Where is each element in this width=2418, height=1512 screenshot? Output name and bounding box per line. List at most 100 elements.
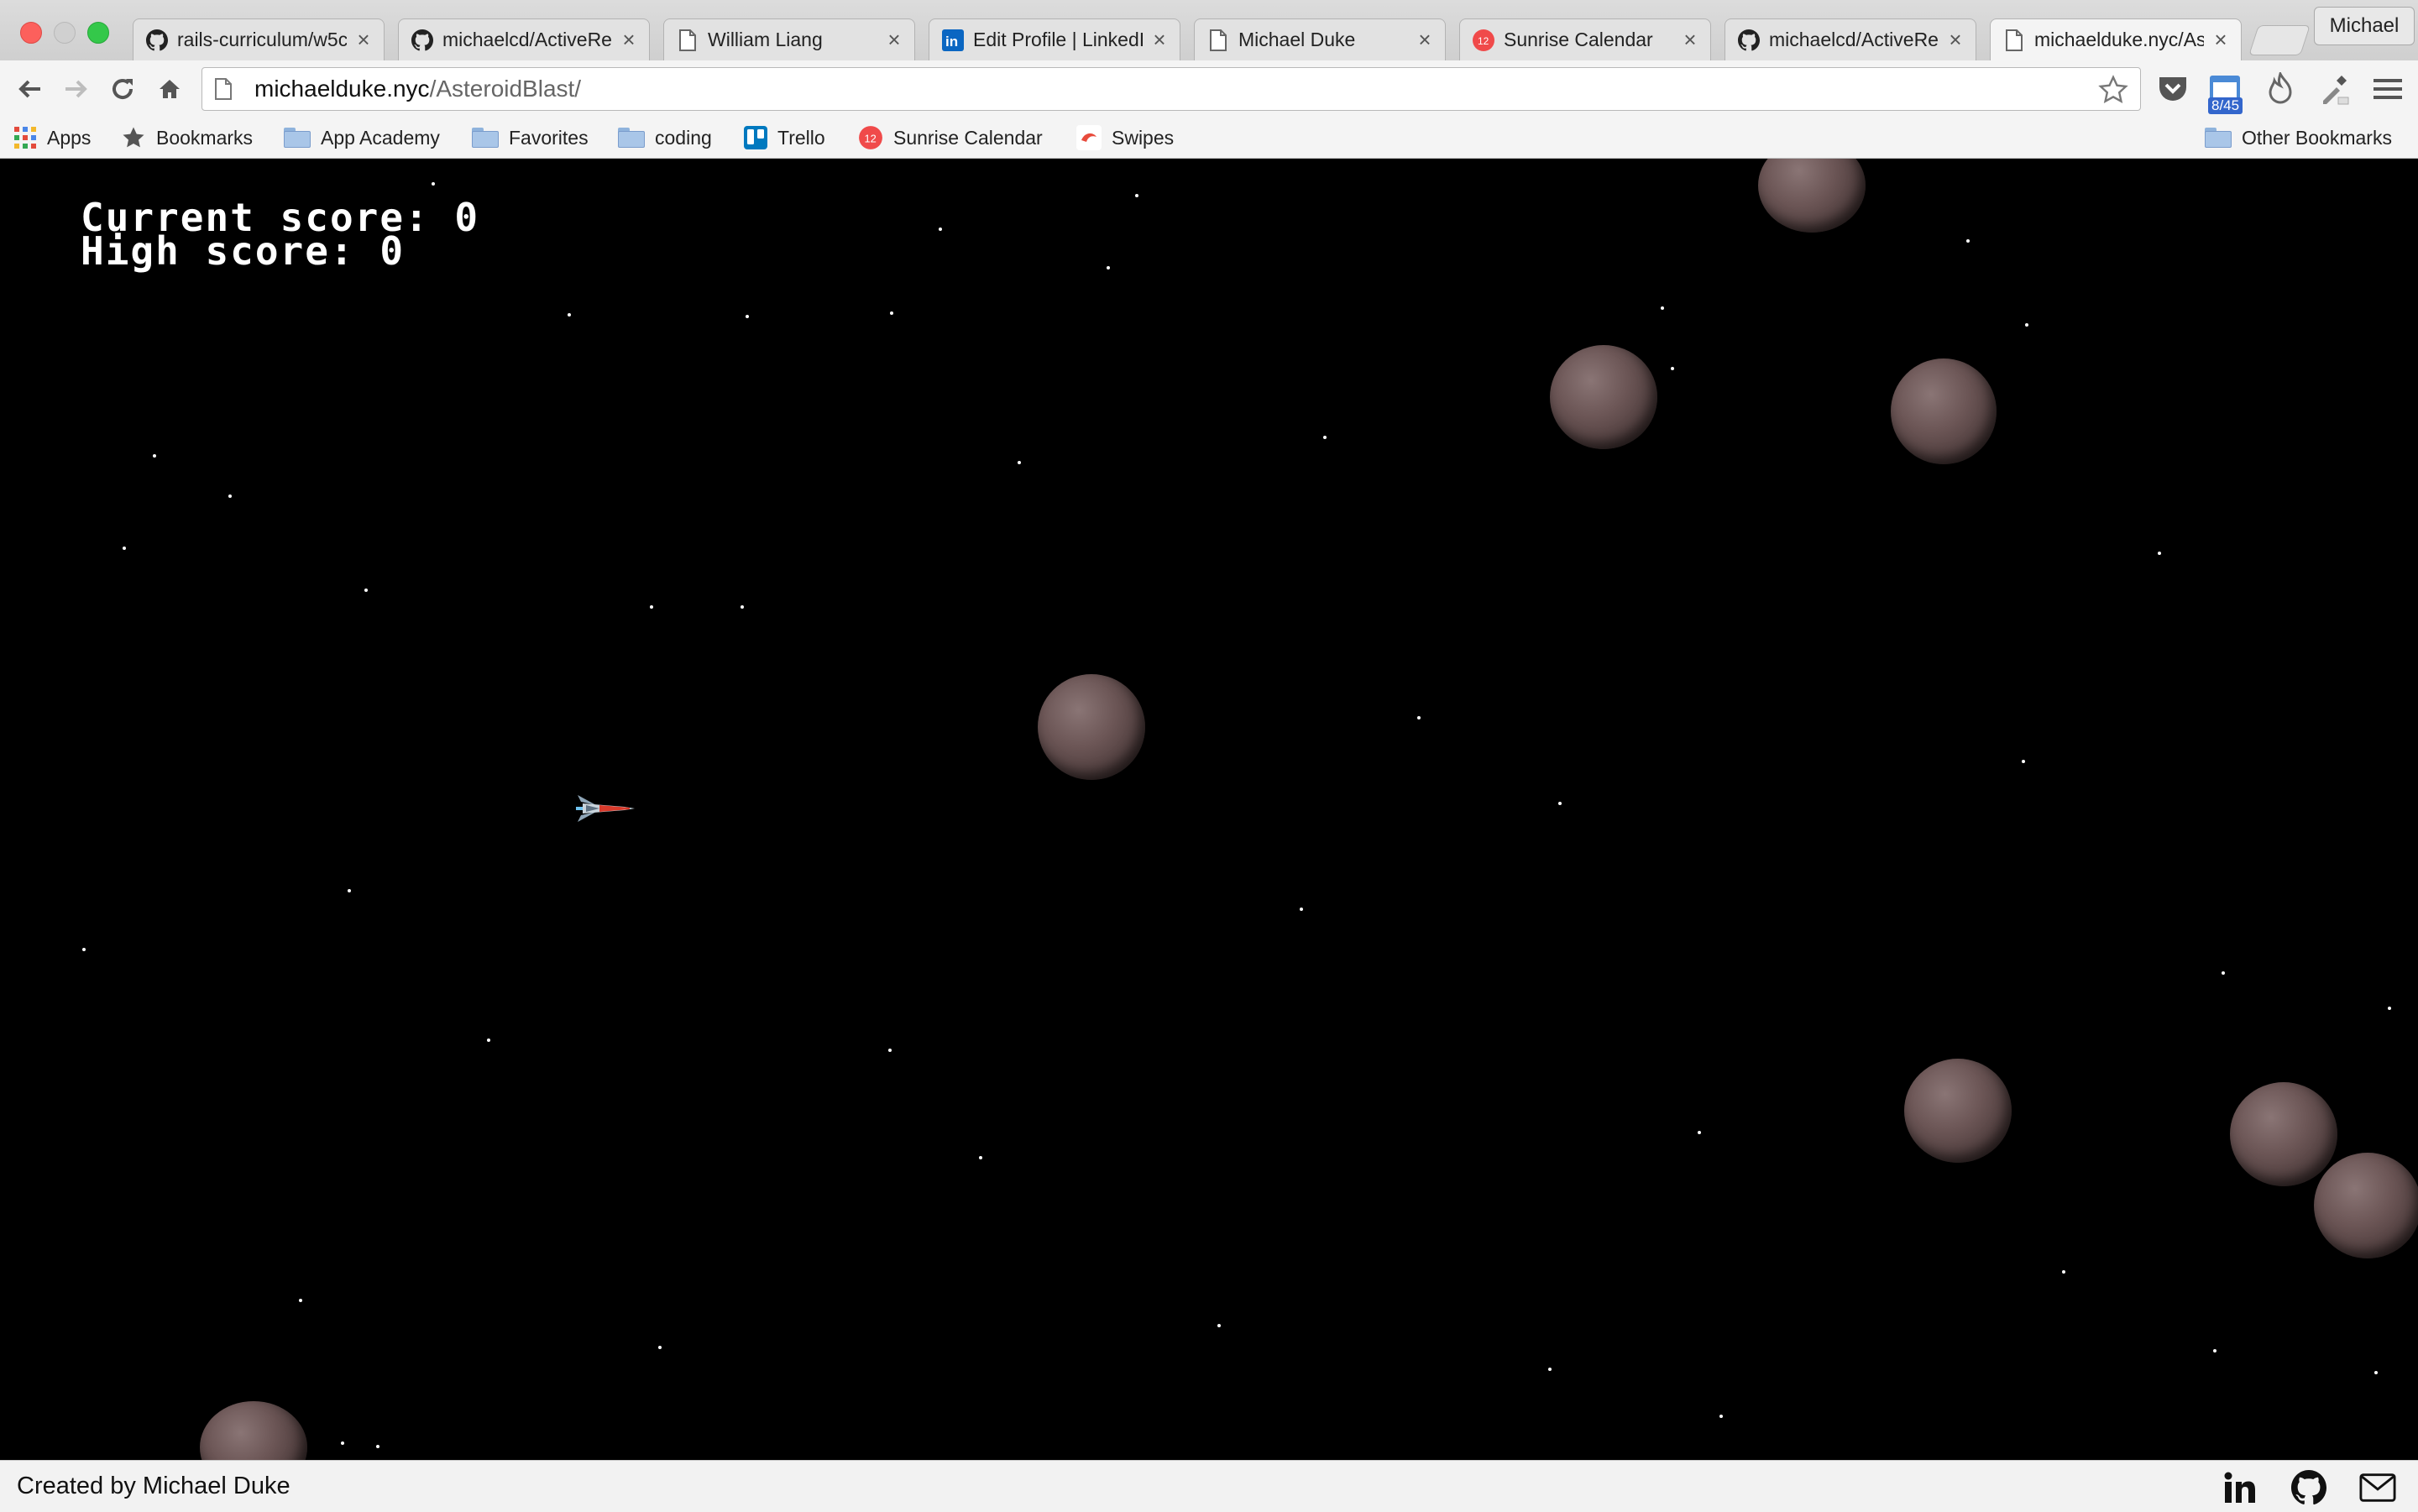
bookmark-apps[interactable]: Apps (13, 123, 91, 153)
svg-text:in: in (945, 34, 958, 50)
star-dot (1018, 461, 1021, 464)
star-dot (228, 494, 232, 498)
asteroid (1758, 159, 1866, 233)
tab-william-liang[interactable]: William Liang × (663, 18, 915, 60)
score-hud: Current score: 0 High score: 0 (81, 198, 479, 270)
star-dot (1217, 1324, 1221, 1327)
address-bar[interactable]: michaelduke.nyc/AsteroidBlast/ (202, 67, 2141, 111)
game-canvas[interactable]: Current score: 0 High score: 0 (0, 159, 2418, 1460)
bookmark-label: Bookmarks (156, 126, 254, 149)
star-dot (1323, 436, 1327, 439)
tab-close-button[interactable]: × (355, 27, 372, 53)
window-close-button[interactable] (20, 22, 42, 44)
star-dot (432, 182, 435, 186)
star-dot (2158, 552, 2161, 555)
star-dot (348, 889, 351, 892)
tab-sunrise-calendar[interactable]: 12 Sunrise Calendar × (1459, 18, 1711, 60)
bookmark-label: App Academy (321, 126, 440, 149)
url-text[interactable]: michaelduke.nyc/AsteroidBlast/ (254, 76, 581, 102)
profile-button[interactable]: Michael (2314, 7, 2415, 45)
tab-close-button[interactable]: × (1151, 27, 1168, 53)
svg-text:12: 12 (1478, 35, 1489, 47)
tab-close-button[interactable]: × (886, 27, 903, 53)
page-icon (676, 29, 699, 52)
star-dot (1135, 194, 1138, 197)
star-dot (2388, 1007, 2391, 1010)
tab-close-button[interactable]: × (620, 27, 637, 53)
bookmark-label: Sunrise Calendar (893, 126, 1043, 149)
tab-close-button[interactable]: × (1682, 27, 1698, 53)
mail-icon[interactable] (2359, 1469, 2396, 1506)
bookmark-swipes[interactable]: Swipes (1076, 123, 1174, 153)
star-dot (341, 1441, 344, 1445)
bookmark-star-icon[interactable] (2098, 75, 2128, 109)
star-dot (939, 228, 942, 231)
asteroid (1550, 345, 1657, 449)
star-dot (1300, 908, 1303, 911)
tab-close-button[interactable]: × (1416, 27, 1433, 53)
star-dot (2374, 1371, 2378, 1374)
asteroid (1891, 358, 1997, 464)
star-dot (1558, 802, 1562, 805)
forward-button[interactable] (57, 71, 94, 107)
star-dot (1417, 716, 1421, 719)
flame-extension-icon[interactable] (2260, 69, 2300, 109)
apps-grid-icon (14, 127, 36, 149)
star-dot (890, 311, 893, 315)
tab-title: Michael Duke (1238, 29, 1356, 50)
tab-close-button[interactable]: × (2212, 27, 2229, 53)
bookmark-bookmarks[interactable]: Bookmarks (121, 123, 253, 153)
svg-text:12: 12 (865, 132, 877, 144)
star-dot (888, 1049, 892, 1052)
bookmark-folder-coding[interactable]: coding (618, 123, 712, 153)
tab-close-button[interactable]: × (1947, 27, 1964, 53)
star-dot (376, 1445, 379, 1448)
reload-button[interactable] (104, 71, 141, 107)
footer-credit: Created by Michael Duke (17, 1473, 290, 1499)
new-tab-button[interactable] (2248, 25, 2311, 55)
github-icon (145, 29, 169, 52)
bookmark-label: coding (655, 126, 712, 149)
home-button[interactable] (151, 71, 188, 107)
window-maximize-button[interactable] (87, 22, 109, 44)
window-minimize-button[interactable] (54, 22, 76, 44)
github-icon (411, 29, 434, 52)
star-dot (123, 547, 126, 550)
bookmark-folder-favorites[interactable]: Favorites (472, 123, 589, 153)
github-icon[interactable] (2290, 1469, 2327, 1506)
bookmark-sunrise-calendar[interactable]: 12 Sunrise Calendar (858, 123, 1043, 153)
menu-icon[interactable] (2368, 69, 2408, 109)
star-dot (364, 589, 368, 592)
asteroid (2314, 1153, 2418, 1258)
bookmark-label: Trello (777, 126, 825, 149)
bookmarks-bar: Apps Bookmarks App Academy Favorites cod… (0, 119, 2418, 159)
tab-activerecord-1[interactable]: michaelcd/ActiveRec × (398, 18, 650, 60)
eyedropper-icon[interactable] (2314, 69, 2354, 109)
star-dot (568, 313, 571, 317)
asteroid (1904, 1059, 2012, 1163)
asteroid (200, 1401, 307, 1460)
tab-michael-duke[interactable]: Michael Duke × (1194, 18, 1446, 60)
tab-linkedin[interactable]: in Edit Profile | LinkedIn × (929, 18, 1180, 60)
star-dot (1719, 1415, 1723, 1418)
star-dot (2062, 1270, 2065, 1274)
tab-rails-curriculum[interactable]: rails-curriculum/w5c × (133, 18, 385, 60)
bookmark-other-bookmarks[interactable]: Other Bookmarks (2205, 123, 2392, 153)
star-dot (1107, 266, 1110, 269)
star-dot (153, 454, 156, 458)
tab-activerecord-2[interactable]: michaelcd/ActiveRec × (1725, 18, 1976, 60)
linkedin-icon[interactable] (2222, 1469, 2258, 1506)
back-button[interactable] (12, 71, 49, 107)
pocket-icon[interactable] (2153, 69, 2193, 109)
bookmark-label: Swipes (1112, 126, 1175, 149)
star-dot (2022, 760, 2025, 763)
trello-icon (744, 126, 767, 149)
tab-strip: rails-curriculum/w5c × michaelcd/ActiveR… (0, 0, 2418, 61)
bookmark-trello[interactable]: Trello (744, 123, 825, 153)
url-path: /AsteroidBlast/ (429, 76, 582, 102)
tab-title: Sunrise Calendar (1504, 29, 1653, 50)
star-dot (2213, 1349, 2216, 1352)
tab-asteroid-blast[interactable]: michaelduke.nyc/AsteroidBlast/ × (1990, 18, 2242, 60)
bookmark-folder-app-academy[interactable]: App Academy (284, 123, 440, 153)
asteroid (1038, 674, 1145, 780)
